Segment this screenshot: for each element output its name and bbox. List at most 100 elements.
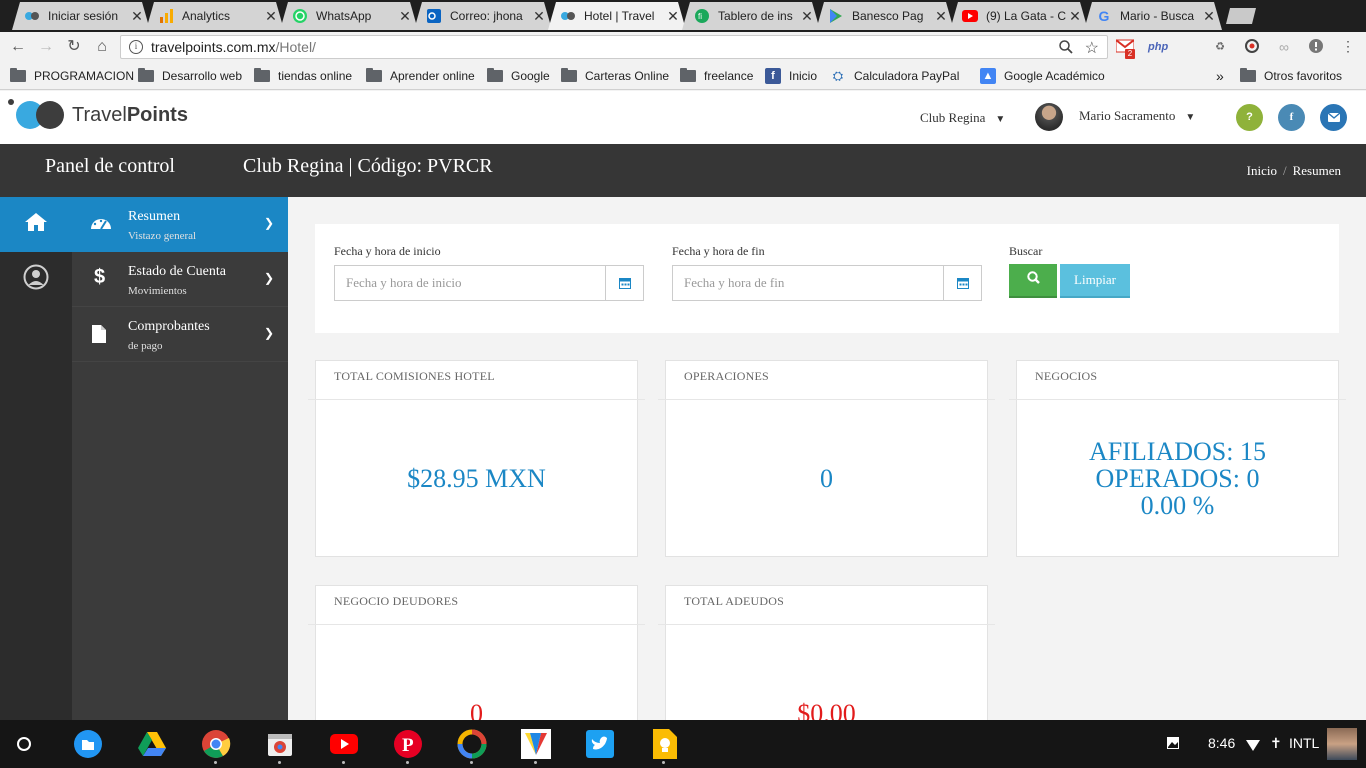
- keyboard-layout[interactable]: INTL: [1289, 735, 1319, 751]
- breadcrumb-home[interactable]: Inicio: [1247, 163, 1277, 178]
- close-icon[interactable]: ✕: [800, 8, 814, 25]
- youtube-app-icon[interactable]: [329, 729, 359, 764]
- zoom-search-icon[interactable]: [1059, 40, 1073, 57]
- end-date-group: Fecha y hora de fin: [672, 244, 982, 301]
- play-store-icon: [828, 8, 844, 24]
- calendar-icon[interactable]: [605, 266, 643, 300]
- start-date-input[interactable]: [335, 266, 605, 300]
- facebook-button[interactable]: f: [1278, 104, 1305, 131]
- drive-app-icon[interactable]: [137, 729, 167, 759]
- info-icon[interactable]: i: [129, 40, 143, 54]
- gmail-extension-icon[interactable]: 2: [1115, 39, 1135, 59]
- sidebar-item-resumen[interactable]: Resumen Vistazo general ❯: [72, 197, 288, 252]
- bookmark-folder-google[interactable]: Google: [487, 68, 550, 84]
- record-extension-icon[interactable]: [1244, 39, 1260, 55]
- bookmark-folder-desarrollo-web[interactable]: Desarrollo web: [138, 68, 242, 84]
- bookmark-folder-programacion[interactable]: PROGRAMACION: [10, 68, 134, 84]
- sidebar-home-button[interactable]: [0, 197, 72, 252]
- bookmark-folder-aprender-online[interactable]: Aprender online: [366, 68, 475, 84]
- search-button[interactable]: [1009, 264, 1057, 298]
- mail-button[interactable]: [1320, 104, 1347, 131]
- sidebar-item-estado-de-cuenta[interactable]: $ Estado de Cuenta Movimientos ❯: [72, 252, 288, 307]
- chrome-app-icon[interactable]: [201, 729, 231, 764]
- close-icon[interactable]: ✕: [1068, 8, 1082, 25]
- tab-banesco[interactable]: Banesco Pag ✕: [816, 2, 954, 30]
- address-bar[interactable]: i travelpoints.com.mx/Hotel/ ☆: [120, 35, 1108, 59]
- end-date-input[interactable]: [673, 266, 943, 300]
- sidebar-profile-button[interactable]: [0, 252, 72, 307]
- close-icon[interactable]: ✕: [398, 8, 412, 25]
- clock[interactable]: 8:46: [1208, 735, 1235, 751]
- bookmark-folder-otros-favoritos[interactable]: Otros favoritos: [1240, 68, 1342, 84]
- pinterest-app-icon[interactable]: P: [393, 729, 423, 764]
- bookmark-inicio[interactable]: f Inicio: [765, 68, 817, 84]
- php-extension-icon[interactable]: php: [1148, 39, 1168, 55]
- user-circle-icon: [23, 264, 49, 295]
- color-ring-app-icon[interactable]: [457, 729, 487, 764]
- logo-mark: [8, 97, 70, 133]
- folder-icon: [10, 68, 26, 82]
- card-title: TOTAL COMISIONES HOTEL: [308, 361, 645, 400]
- travelpoints-logo[interactable]: TravelPoints: [8, 97, 188, 133]
- keep-app-icon[interactable]: [649, 729, 679, 764]
- club-selector[interactable]: Club Regina ▼: [920, 110, 1005, 126]
- operados-value: OPERADOS: 0: [1095, 464, 1260, 493]
- home-icon[interactable]: ⌂: [92, 37, 112, 57]
- chevron-right-icon: ❯: [263, 326, 274, 340]
- bookmark-folder-freelance[interactable]: freelance: [680, 68, 753, 84]
- facebook-icon: f: [765, 68, 781, 84]
- close-icon[interactable]: ✕: [130, 8, 144, 25]
- tab-strip: Iniciar sesión ✕ Analytics ✕ WhatsApp ✕ …: [0, 0, 1366, 32]
- user-menu[interactable]: Mario Sacramento ▼: [1079, 108, 1195, 124]
- help-button[interactable]: ?: [1236, 104, 1263, 131]
- chrome-web-store-icon[interactable]: [265, 729, 295, 764]
- user-avatar-tray[interactable]: [1327, 728, 1357, 760]
- accessibility-icon[interactable]: ✝: [1270, 735, 1282, 752]
- bookmark-calculadora-paypal[interactable]: ⛭ Calculadora PayPal: [830, 68, 960, 84]
- wifi-icon[interactable]: [1246, 738, 1260, 754]
- close-icon[interactable]: ✕: [1202, 8, 1216, 25]
- tab-tablero[interactable]: fi Tablero de ins ✕: [682, 2, 820, 30]
- keep-like-app-icon[interactable]: [521, 729, 551, 764]
- bookmark-folder-tiendas-online[interactable]: tiendas online: [254, 68, 352, 84]
- tab-hotel-travel[interactable]: Hotel | Travel ✕: [548, 2, 686, 30]
- reload-icon[interactable]: ↻: [64, 37, 84, 57]
- launcher-icon[interactable]: [17, 737, 31, 751]
- close-icon[interactable]: ✕: [532, 8, 546, 25]
- calendar-icon[interactable]: [943, 266, 981, 300]
- screenshot-icon[interactable]: [1166, 736, 1180, 753]
- new-tab-button[interactable]: [1226, 8, 1256, 24]
- card-value: $28.95 MXN: [407, 464, 546, 493]
- alert-extension-icon[interactable]: [1308, 39, 1324, 55]
- card-title: NEGOCIOS: [1009, 361, 1346, 400]
- start-date-group: Fecha y hora de inicio: [334, 244, 644, 301]
- tab-mario-busca[interactable]: G Mario - Busca ✕: [1084, 2, 1222, 30]
- files-app-icon[interactable]: [73, 729, 103, 759]
- forward-icon[interactable]: →: [36, 37, 56, 57]
- bookmarks-overflow-button[interactable]: »: [1216, 68, 1224, 84]
- back-icon[interactable]: ←: [8, 37, 28, 57]
- bookmark-folder-carteras-online[interactable]: Carteras Online: [561, 68, 669, 84]
- tab-la-gata[interactable]: (9) La Gata - C ✕: [950, 2, 1088, 30]
- infinity-extension-icon[interactable]: ∞: [1276, 39, 1292, 55]
- bookmark-star-icon[interactable]: ☆: [1085, 38, 1099, 58]
- chrome-menu-icon[interactable]: ⋮: [1340, 39, 1356, 55]
- twitter-app-icon[interactable]: [585, 729, 615, 759]
- os-shelf: P 8:46 ✝ INTL: [0, 720, 1366, 768]
- chevron-right-icon: ❯: [263, 271, 274, 285]
- close-icon[interactable]: ✕: [934, 8, 948, 25]
- tab-correo[interactable]: Correo: jhona ✕: [414, 2, 552, 30]
- tab-analytics[interactable]: Analytics ✕: [146, 2, 284, 30]
- recycle-extension-icon[interactable]: ♻: [1212, 39, 1228, 55]
- tab-whatsapp[interactable]: WhatsApp ✕: [280, 2, 418, 30]
- close-icon[interactable]: ✕: [666, 8, 680, 25]
- close-icon[interactable]: ✕: [264, 8, 278, 25]
- bookmark-google-academico[interactable]: ▲ Google Académico: [980, 68, 1105, 84]
- chevron-down-icon: ▼: [995, 114, 1006, 125]
- sidebar-item-comprobantes[interactable]: Comprobantes de pago ❯: [72, 307, 288, 362]
- fi-icon: fi: [694, 8, 710, 24]
- svg-text:P: P: [402, 735, 414, 756]
- clear-button[interactable]: Limpiar: [1060, 264, 1130, 298]
- tab-iniciar-sesion[interactable]: Iniciar sesión ✕: [12, 2, 150, 30]
- user-avatar[interactable]: [1035, 103, 1063, 131]
